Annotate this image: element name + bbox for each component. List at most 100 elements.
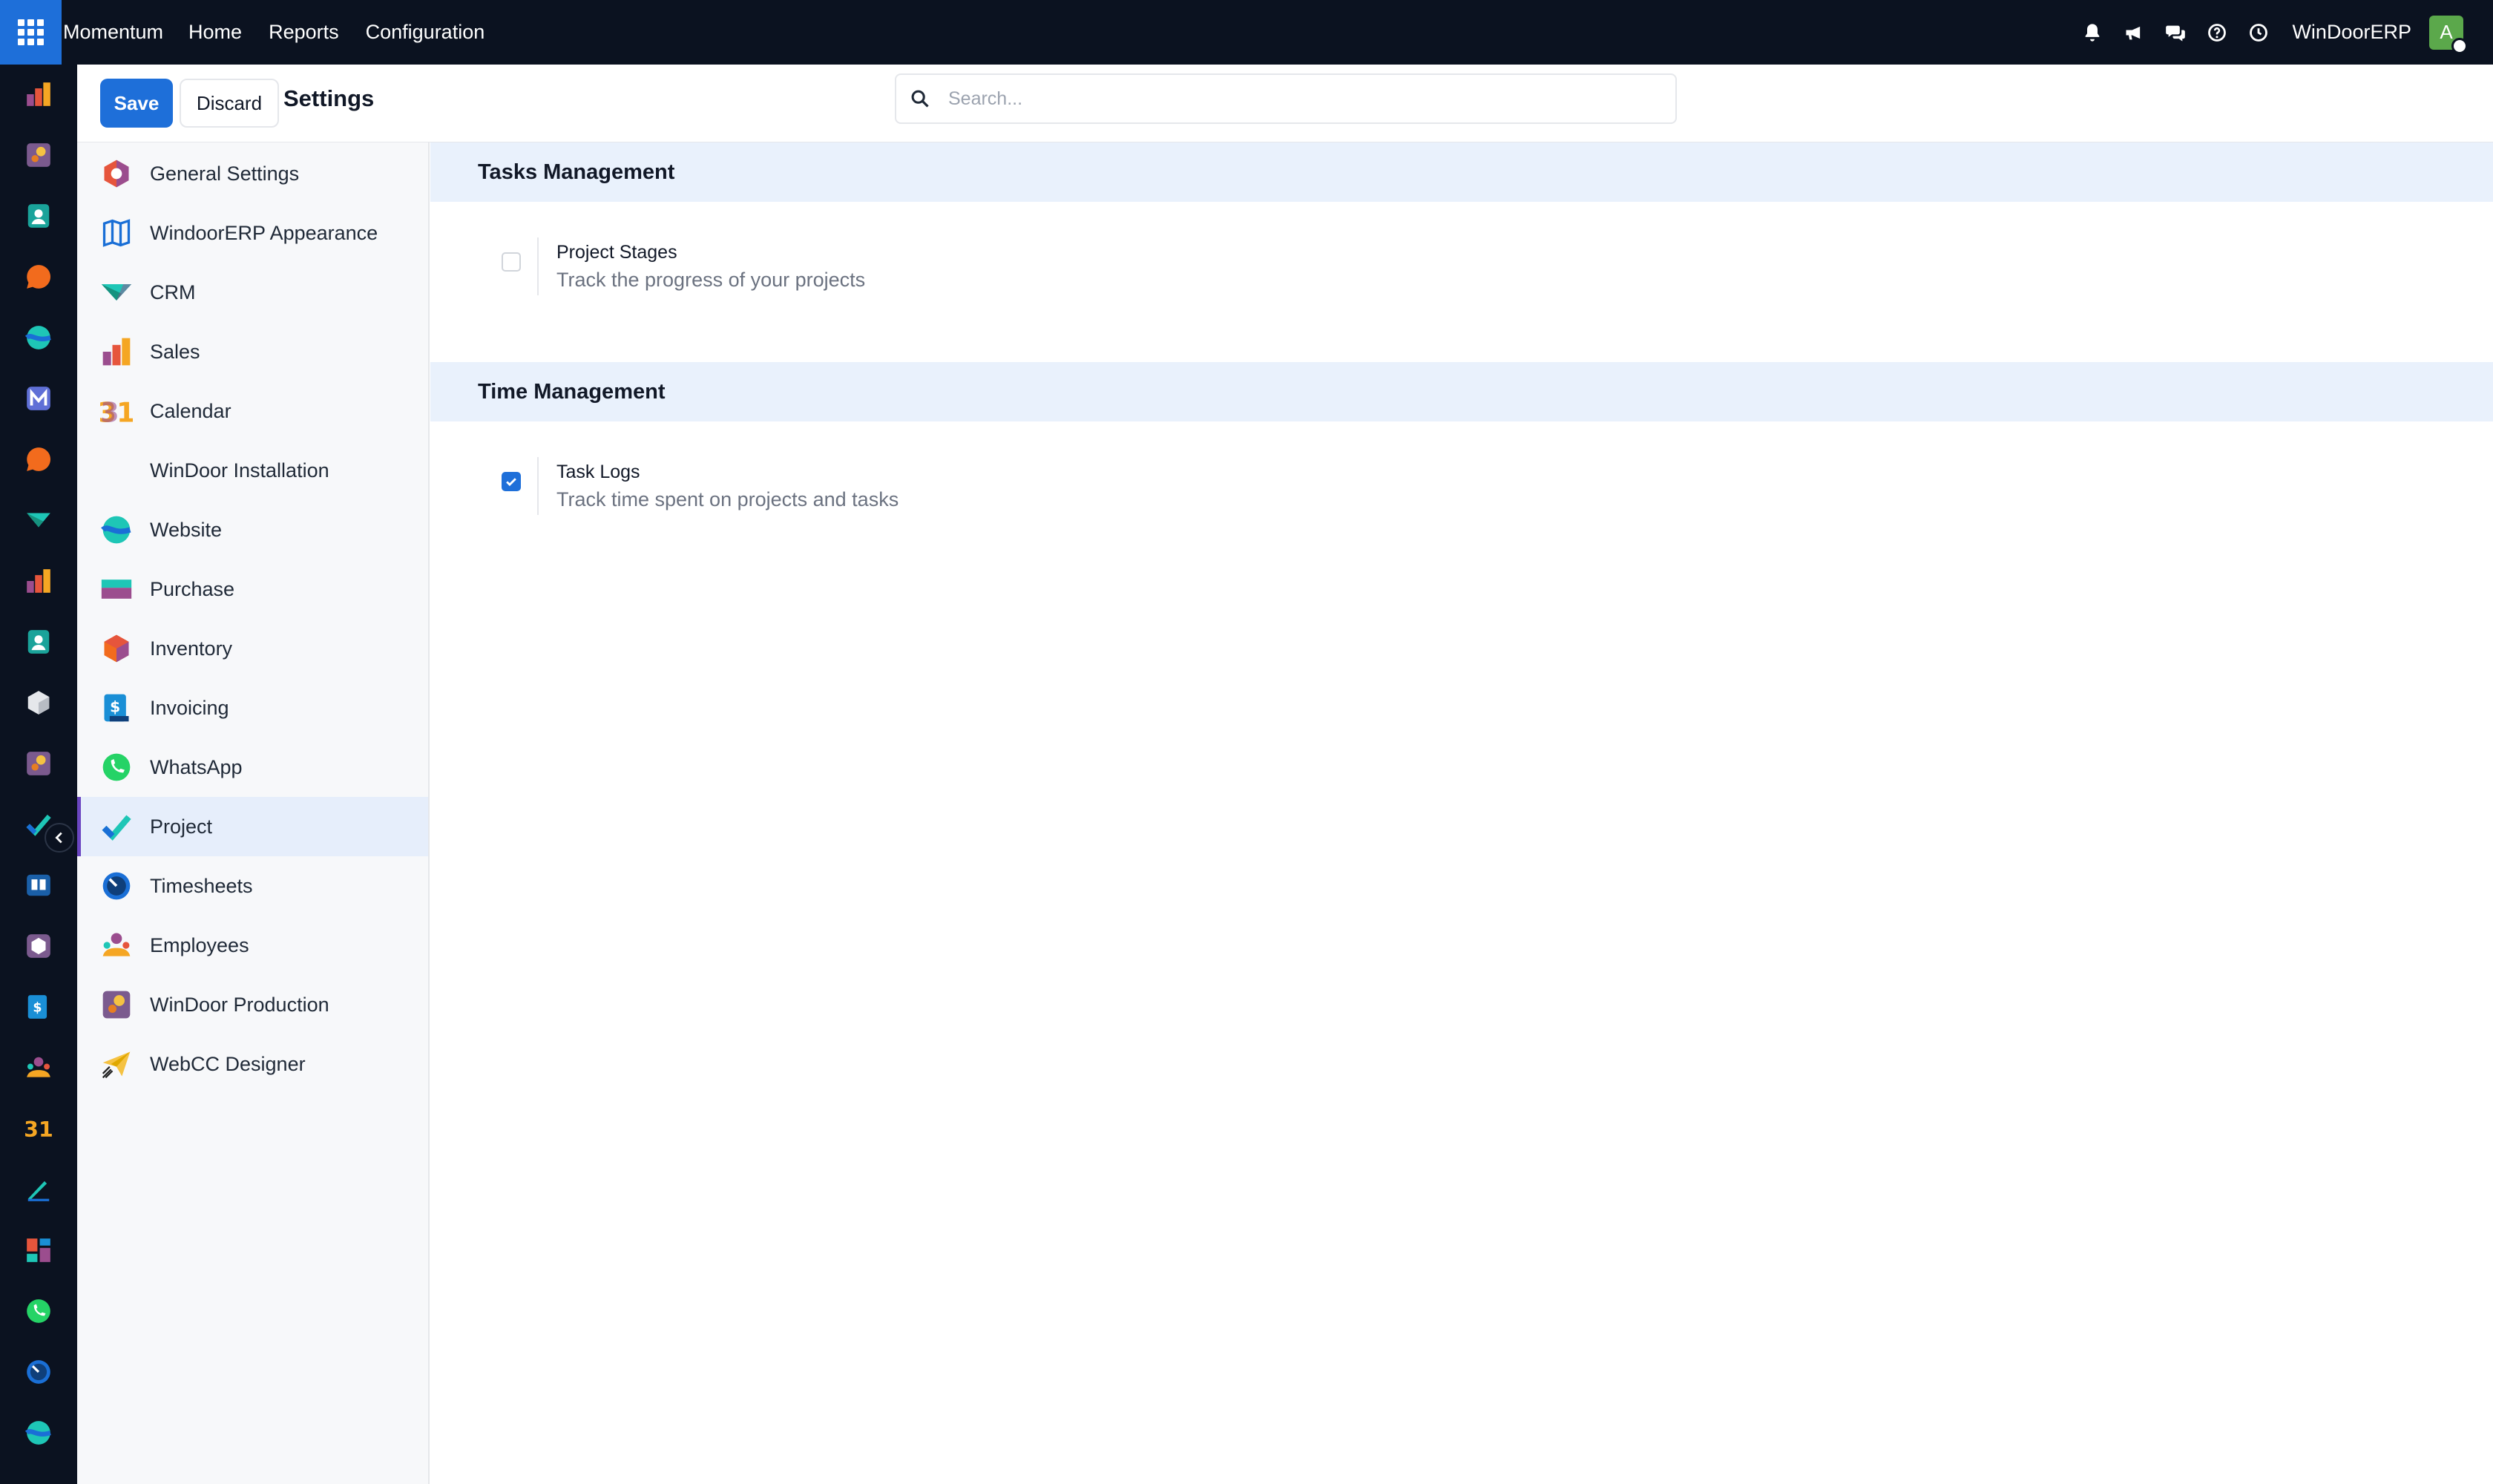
help-icon[interactable] <box>2206 22 2228 44</box>
settings-content: Tasks Management Project Stages Track th… <box>430 142 2493 1484</box>
chat-icon[interactable] <box>2164 22 2187 44</box>
sidebar-item-crm[interactable]: CRM <box>77 263 428 322</box>
sidebar-item-label: WindoorERP Appearance <box>150 221 378 244</box>
megaphone-icon[interactable] <box>2123 22 2145 44</box>
general-settings-icon <box>99 157 134 191</box>
top-navbar: Momentum Home Reports Configuration WinD… <box>0 0 2493 65</box>
svg-text:$: $ <box>110 698 120 716</box>
app-rail: $ 31 <box>0 65 77 1484</box>
rail-inventory-icon[interactable] <box>24 688 53 718</box>
sidebar-item-timesheets[interactable]: Timesheets <box>77 856 428 916</box>
sidebar-item-windoor-installation[interactable]: WinDoor Installation <box>77 441 428 500</box>
sidebar-item-label: Website <box>150 518 223 541</box>
svg-text:3: 3 <box>100 397 119 427</box>
rail-invoicing-icon[interactable]: $ <box>24 992 53 1022</box>
rail-website-icon[interactable] <box>24 323 53 352</box>
rail-sign-icon[interactable] <box>24 1175 53 1204</box>
sidebar-item-sales[interactable]: Sales <box>77 322 428 381</box>
rail-whatsapp-icon[interactable] <box>24 1296 53 1326</box>
sidebar-item-inventory[interactable]: Inventory <box>77 619 428 678</box>
rail-contacts-icon-2[interactable] <box>24 627 53 657</box>
sidebar-item-windoor-production[interactable]: WinDoor Production <box>77 975 428 1034</box>
sidebar-item-label: Employees <box>150 933 249 956</box>
chevron-left-icon <box>55 832 62 844</box>
clock-icon[interactable] <box>2247 22 2270 44</box>
collapse-rail-button[interactable] <box>45 823 74 853</box>
rail-packaging-icon[interactable] <box>24 931 53 961</box>
sidebar-item-label: Timesheets <box>150 874 253 897</box>
divider <box>537 457 539 515</box>
sidebar-item-invoicing[interactable]: $ Invoicing <box>77 678 428 738</box>
rail-email-marketing-icon[interactable] <box>24 384 53 413</box>
rail-calendar-icon[interactable]: 31 <box>24 1114 53 1143</box>
control-panel: Save Discard Settings <box>77 65 2493 142</box>
sidebar-item-label: WhatsApp <box>150 755 243 778</box>
sidebar-item-webcc-designer[interactable]: WebCC Designer <box>77 1034 428 1094</box>
search-bar[interactable] <box>895 73 1677 124</box>
setting-task-logs: Task Logs Track time spent on projects a… <box>430 457 2493 524</box>
production-icon <box>99 988 134 1022</box>
rail-sales-icon[interactable] <box>24 79 53 109</box>
menu-item-configuration[interactable]: Configuration <box>366 21 485 44</box>
presence-status-icon <box>2451 37 2468 54</box>
rail-timesheets-icon[interactable] <box>24 1357 53 1387</box>
purchase-icon <box>99 572 134 606</box>
sidebar-item-calendar[interactable]: 313 Calendar <box>77 381 428 441</box>
rail-crm-icon[interactable] <box>24 505 53 535</box>
sidebar-item-whatsapp[interactable]: WhatsApp <box>77 738 428 797</box>
setting-description: Track the progress of your projects <box>556 269 866 291</box>
rail-website-icon-2[interactable] <box>24 1418 53 1448</box>
rail-employees-icon[interactable] <box>24 1053 53 1083</box>
section-header-time-management: Time Management <box>430 362 2493 421</box>
inventory-icon <box>99 631 134 666</box>
sidebar-item-appearance[interactable]: WindoorERP Appearance <box>77 203 428 263</box>
rail-production-icon[interactable] <box>24 140 53 170</box>
setting-title[interactable]: Project Stages <box>556 242 677 263</box>
employees-icon <box>99 928 134 962</box>
save-button[interactable]: Save <box>100 79 173 128</box>
search-input[interactable] <box>948 88 1616 110</box>
sidebar-item-purchase[interactable]: Purchase <box>77 559 428 619</box>
settings-sidebar: General Settings WindoorERP Appearance C… <box>77 142 430 1484</box>
rail-contacts-icon[interactable] <box>24 201 53 231</box>
navbar-systray: WinDoorERP A <box>2062 0 2493 65</box>
rail-knowledge-icon[interactable] <box>24 870 53 900</box>
sidebar-item-label: Purchase <box>150 577 235 600</box>
divider <box>537 237 539 295</box>
sidebar-item-label: CRM <box>150 280 196 303</box>
section-header-tasks-management: Tasks Management <box>430 142 2493 202</box>
invoicing-icon: $ <box>99 691 134 725</box>
setting-project-stages: Project Stages Track the progress of you… <box>430 237 2493 304</box>
discard-button[interactable]: Discard <box>180 79 279 128</box>
bell-icon[interactable] <box>2081 22 2103 44</box>
rail-dashboard-icon[interactable] <box>24 1235 53 1265</box>
grid-icon <box>18 19 44 45</box>
crm-icon <box>99 275 134 309</box>
user-avatar[interactable]: A <box>2429 15 2468 54</box>
task-logs-checkbox[interactable] <box>502 472 521 491</box>
page-title: Settings <box>283 85 375 111</box>
rail-sales-icon-2[interactable] <box>24 566 53 596</box>
menu-item-home[interactable]: Home <box>188 21 242 44</box>
sidebar-item-employees[interactable]: Employees <box>77 916 428 975</box>
sidebar-item-project[interactable]: Project <box>77 797 428 856</box>
app-brand[interactable]: Momentum <box>63 21 163 44</box>
rail-discuss-icon[interactable] <box>24 262 53 292</box>
sidebar-item-label: WinDoor Installation <box>150 459 329 482</box>
rail-production-icon-2[interactable] <box>24 749 53 778</box>
apps-menu-button[interactable] <box>0 0 62 65</box>
appearance-icon <box>99 216 134 250</box>
section-title: Time Management <box>478 379 666 404</box>
company-switcher[interactable]: WinDoorERP <box>2292 21 2411 44</box>
menu-item-reports[interactable]: Reports <box>269 21 339 44</box>
timesheets-icon <box>99 869 134 903</box>
sidebar-item-website[interactable]: Website <box>77 500 428 559</box>
setting-title[interactable]: Task Logs <box>556 462 640 483</box>
whatsapp-icon <box>99 750 134 784</box>
project-stages-checkbox[interactable] <box>502 252 521 272</box>
check-icon <box>506 478 516 487</box>
rail-livechat-icon[interactable] <box>24 444 53 474</box>
section-title: Tasks Management <box>478 160 675 184</box>
sales-icon <box>99 335 134 369</box>
sidebar-item-general-settings[interactable]: General Settings <box>77 144 428 203</box>
